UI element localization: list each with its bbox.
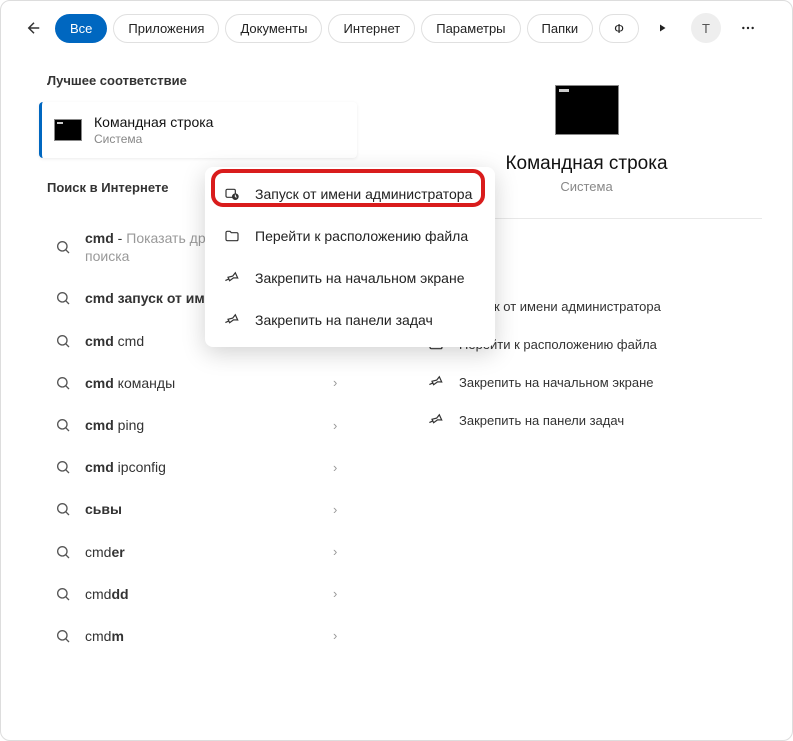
pin-icon bbox=[223, 269, 241, 287]
search-icon bbox=[55, 333, 71, 349]
play-button[interactable] bbox=[647, 13, 677, 43]
search-window: ВсеПриложенияДокументыИнтернетПараметрыП… bbox=[0, 0, 793, 741]
search-icon bbox=[55, 501, 71, 517]
action-label: Закрепить на начальном экране bbox=[459, 375, 654, 390]
chevron-right-icon: › bbox=[333, 418, 349, 433]
back-button[interactable] bbox=[21, 15, 47, 41]
search-item-label: cmder bbox=[85, 543, 333, 561]
folder-icon bbox=[223, 227, 241, 245]
best-match-heading: Лучшее соответствие bbox=[1, 63, 381, 102]
chevron-right-icon: › bbox=[333, 628, 349, 643]
pin-icon bbox=[223, 311, 241, 329]
search-item-label: cmd ping bbox=[85, 416, 333, 434]
filter-tab-1[interactable]: Приложения bbox=[113, 14, 219, 43]
search-icon bbox=[55, 375, 71, 391]
filter-tab-2[interactable]: Документы bbox=[225, 14, 322, 43]
chevron-right-icon: › bbox=[333, 586, 349, 601]
best-match-subtitle: Система bbox=[94, 132, 345, 146]
filter-tab-4[interactable]: Параметры bbox=[421, 14, 520, 43]
filter-tab-6[interactable]: Ф bbox=[599, 14, 639, 43]
context-menu-item-3[interactable]: Закрепить на панели задач bbox=[205, 299, 495, 341]
preview-subtitle: Система bbox=[560, 179, 612, 194]
search-icon bbox=[55, 459, 71, 475]
search-item-5[interactable]: cmd ipconfig› bbox=[47, 446, 357, 488]
chevron-right-icon: › bbox=[333, 502, 349, 517]
context-menu: Запуск от имени администратора Перейти к … bbox=[205, 167, 495, 347]
search-item-label: cmd ipconfig bbox=[85, 458, 333, 476]
admin-icon bbox=[223, 185, 241, 203]
search-icon bbox=[55, 239, 71, 255]
avatar[interactable]: T bbox=[691, 13, 721, 43]
action-label: Закрепить на панели задач bbox=[459, 413, 624, 428]
more-button[interactable] bbox=[733, 13, 763, 43]
search-item-8[interactable]: cmddd› bbox=[47, 573, 357, 615]
preview-cmd-icon bbox=[555, 85, 619, 135]
header: ВсеПриложенияДокументыИнтернетПараметрыП… bbox=[1, 1, 792, 55]
pin-icon bbox=[427, 373, 445, 391]
chevron-right-icon: › bbox=[333, 460, 349, 475]
search-item-6[interactable]: сьвы› bbox=[47, 488, 357, 530]
search-item-label: cmd команды bbox=[85, 374, 333, 392]
search-item-9[interactable]: cmdm› bbox=[47, 615, 357, 657]
filter-tab-5[interactable]: Папки bbox=[527, 14, 594, 43]
search-icon bbox=[55, 417, 71, 433]
context-menu-label: Перейти к расположению файла bbox=[255, 228, 468, 244]
filter-tabs: ВсеПриложенияДокументыИнтернетПараметрыП… bbox=[55, 14, 639, 43]
left-panel: Лучшее соответствие Командная строка Сис… bbox=[1, 55, 381, 736]
search-icon bbox=[55, 290, 71, 306]
search-item-label: cmdm bbox=[85, 627, 333, 645]
preview-action-3[interactable]: Закрепить на панели задач bbox=[419, 401, 754, 439]
search-icon bbox=[55, 628, 71, 644]
filter-tab-0[interactable]: Все bbox=[55, 14, 107, 43]
context-menu-item-1[interactable]: Перейти к расположению файла bbox=[205, 215, 495, 257]
chevron-right-icon: › bbox=[333, 375, 349, 390]
chevron-right-icon: › bbox=[333, 544, 349, 559]
search-item-7[interactable]: cmder› bbox=[47, 531, 357, 573]
cmd-icon bbox=[54, 119, 82, 141]
preview-title: Командная строка bbox=[505, 153, 667, 175]
context-menu-label: Запуск от имени администратора bbox=[255, 186, 472, 202]
context-menu-label: Закрепить на панели задач bbox=[255, 312, 433, 328]
search-item-label: cmddd bbox=[85, 585, 333, 603]
preview-panel: Командная строка Система Запуск от имени… bbox=[381, 55, 792, 736]
best-match-title: Командная строка bbox=[94, 114, 345, 130]
search-icon bbox=[55, 586, 71, 602]
context-menu-item-2[interactable]: Закрепить на начальном экране bbox=[205, 257, 495, 299]
search-icon bbox=[55, 544, 71, 560]
preview-action-2[interactable]: Закрепить на начальном экране bbox=[419, 363, 754, 401]
search-item-3[interactable]: cmd команды› bbox=[47, 362, 357, 404]
context-menu-item-0[interactable]: Запуск от имени администратора bbox=[205, 173, 495, 215]
search-item-label: сьвы bbox=[85, 500, 333, 518]
context-menu-label: Закрепить на начальном экране bbox=[255, 270, 465, 286]
filter-tab-3[interactable]: Интернет bbox=[328, 14, 415, 43]
pin-icon bbox=[427, 411, 445, 429]
best-match-item[interactable]: Командная строка Система bbox=[39, 102, 357, 158]
search-item-4[interactable]: cmd ping› bbox=[47, 404, 357, 446]
